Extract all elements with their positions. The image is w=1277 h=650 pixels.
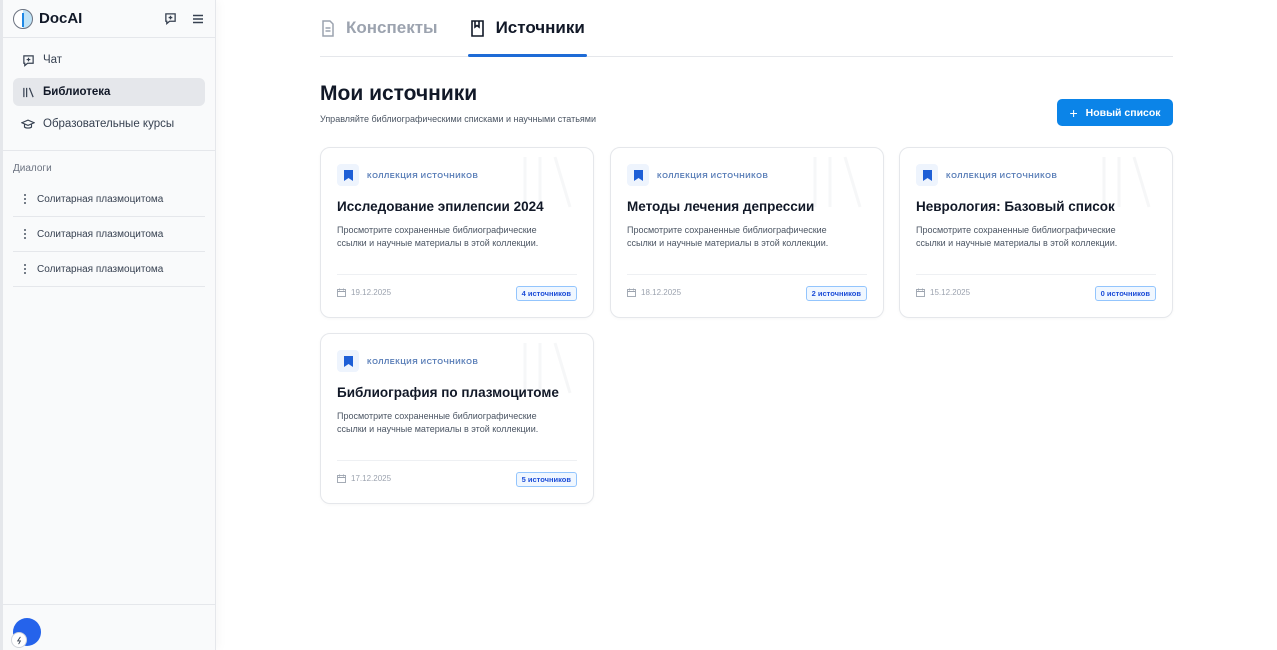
card-divider bbox=[916, 274, 1156, 275]
card-date: 19.12.2025 bbox=[337, 288, 391, 297]
card-tag: КОЛЛЕКЦИЯ ИСТОЧНИКОВ bbox=[337, 164, 478, 186]
calendar-icon bbox=[916, 288, 925, 297]
document-icon bbox=[320, 19, 336, 37]
sidebar-item-label: Образовательные курсы bbox=[43, 118, 175, 130]
card-tag-label: КОЛЛЕКЦИЯ ИСТОЧНИКОВ bbox=[946, 170, 1058, 180]
card-tag-label: КОЛЛЕКЦИЯ ИСТОЧНИКОВ bbox=[657, 170, 769, 180]
sources-count-badge: 0 источников bbox=[1094, 286, 1156, 301]
book-icon bbox=[470, 19, 486, 37]
more-vertical-icon[interactable] bbox=[21, 229, 29, 239]
card-title: Методы лечения депрессии bbox=[627, 199, 815, 214]
card-divider bbox=[337, 460, 577, 461]
card-tag-label: КОЛЛЕКЦИЯ ИСТОЧНИКОВ bbox=[367, 170, 479, 180]
sidebar-footer bbox=[3, 604, 215, 650]
card-date: 15.12.2025 bbox=[916, 288, 970, 297]
card-date: 17.12.2025 bbox=[337, 474, 391, 483]
card-description: Просмотрите сохраненные библиографически… bbox=[916, 225, 1118, 248]
card-description: Просмотрите сохраненные библиографически… bbox=[337, 225, 539, 248]
card-title: Исследование эпилепсии 2024 bbox=[337, 199, 544, 214]
lightning-icon bbox=[11, 632, 27, 648]
collection-card[interactable]: КОЛЛЕКЦИЯ ИСТОЧНИКОВ Неврология: Базовый… bbox=[899, 147, 1173, 318]
dialogs-section-title: Диалоги bbox=[13, 163, 52, 174]
tab-bar: Конспекты Источники bbox=[320, 0, 1173, 57]
new-chat-icon bbox=[21, 53, 35, 67]
main-content: Конспекты Источники Мои источники Управл… bbox=[216, 0, 1277, 650]
sidebar-item-chat[interactable]: Чат bbox=[13, 46, 205, 74]
new-chat-icon[interactable] bbox=[163, 12, 177, 26]
collection-card[interactable]: КОЛЛЕКЦИЯ ИСТОЧНИКОВ Методы лечения депр… bbox=[610, 147, 884, 318]
brand-name: DocAI bbox=[39, 10, 83, 27]
card-divider bbox=[627, 274, 867, 275]
tab-label: Источники bbox=[495, 18, 585, 37]
menu-icon[interactable] bbox=[191, 12, 205, 26]
user-avatar-button[interactable] bbox=[11, 618, 41, 648]
dialog-item[interactable]: Солитарная плазмоцитома bbox=[13, 252, 205, 287]
tab-notes[interactable]: Конспекты bbox=[320, 0, 438, 56]
card-description: Просмотрите сохраненные библиографически… bbox=[627, 225, 829, 248]
sidebar-item-library[interactable]: Библиотека bbox=[13, 78, 205, 106]
card-tag: КОЛЛЕКЦИЯ ИСТОЧНИКОВ bbox=[627, 164, 768, 186]
calendar-icon bbox=[627, 288, 636, 297]
plus-icon: + bbox=[1069, 104, 1078, 121]
dialog-item[interactable]: Солитарная плазмоцитома bbox=[13, 182, 205, 217]
dialog-label: Солитарная плазмоцитома bbox=[37, 193, 164, 205]
collection-card[interactable]: КОЛЛЕКЦИЯ ИСТОЧНИКОВ Библиография по пла… bbox=[320, 333, 594, 504]
sidebar-item-label: Чат bbox=[43, 54, 63, 66]
library-icon bbox=[21, 85, 35, 99]
new-list-button[interactable]: + Новый список bbox=[1057, 99, 1173, 126]
sidebar-header: DocAI bbox=[3, 0, 215, 38]
card-date-text: 17.12.2025 bbox=[351, 474, 392, 483]
bookmark-icon bbox=[337, 350, 359, 372]
sources-count-badge: 2 источников bbox=[805, 286, 867, 301]
bookmark-icon bbox=[337, 164, 359, 186]
dialog-label: Солитарная плазмоцитома bbox=[37, 228, 164, 240]
bookmark-icon bbox=[916, 164, 938, 186]
calendar-icon bbox=[337, 288, 346, 297]
dialog-item[interactable]: Солитарная плазмоцитома bbox=[13, 217, 205, 252]
sidebar-nav: Чат Библиотека Образовательные курсы bbox=[3, 38, 215, 151]
page-title: Мои источники bbox=[320, 82, 478, 105]
more-vertical-icon[interactable] bbox=[21, 264, 29, 274]
sidebar-item-label: Библиотека bbox=[43, 86, 111, 98]
card-date-text: 15.12.2025 bbox=[930, 288, 971, 297]
tab-sources[interactable]: Источники bbox=[467, 0, 588, 57]
page-subtitle: Управляйте библиографическими списками и… bbox=[320, 114, 596, 124]
sources-count-badge: 5 источников bbox=[515, 472, 577, 487]
card-tag: КОЛЛЕКЦИЯ ИСТОЧНИКОВ bbox=[337, 350, 478, 372]
sidebar: DocAI Чат Библиотека Образовательные кур… bbox=[0, 0, 216, 650]
card-title: Библиография по плазмоцитоме bbox=[337, 385, 559, 400]
graduation-cap-icon bbox=[21, 117, 35, 131]
watermark-icon bbox=[813, 156, 862, 208]
docai-logo[interactable] bbox=[13, 8, 33, 29]
card-description: Просмотрите сохраненные библиографически… bbox=[337, 411, 539, 434]
card-date-text: 18.12.2025 bbox=[641, 288, 682, 297]
card-divider bbox=[337, 274, 577, 275]
card-tag: КОЛЛЕКЦИЯ ИСТОЧНИКОВ bbox=[916, 164, 1057, 186]
dialog-label: Солитарная плазмоцитома bbox=[37, 263, 164, 275]
tab-label: Конспекты bbox=[346, 18, 438, 37]
card-tag-label: КОЛЛЕКЦИЯ ИСТОЧНИКОВ bbox=[367, 356, 479, 366]
bookmark-icon bbox=[627, 164, 649, 186]
card-title: Неврология: Базовый список bbox=[916, 199, 1115, 214]
collection-card[interactable]: КОЛЛЕКЦИЯ ИСТОЧНИКОВ Исследование эпилеп… bbox=[320, 147, 594, 318]
card-date: 18.12.2025 bbox=[627, 288, 681, 297]
calendar-icon bbox=[337, 474, 346, 483]
more-vertical-icon[interactable] bbox=[21, 194, 29, 204]
sidebar-item-courses[interactable]: Образовательные курсы bbox=[13, 110, 205, 138]
new-list-label: Новый список bbox=[1085, 106, 1161, 119]
card-date-text: 19.12.2025 bbox=[351, 288, 392, 297]
sources-count-badge: 4 источников bbox=[515, 286, 577, 301]
